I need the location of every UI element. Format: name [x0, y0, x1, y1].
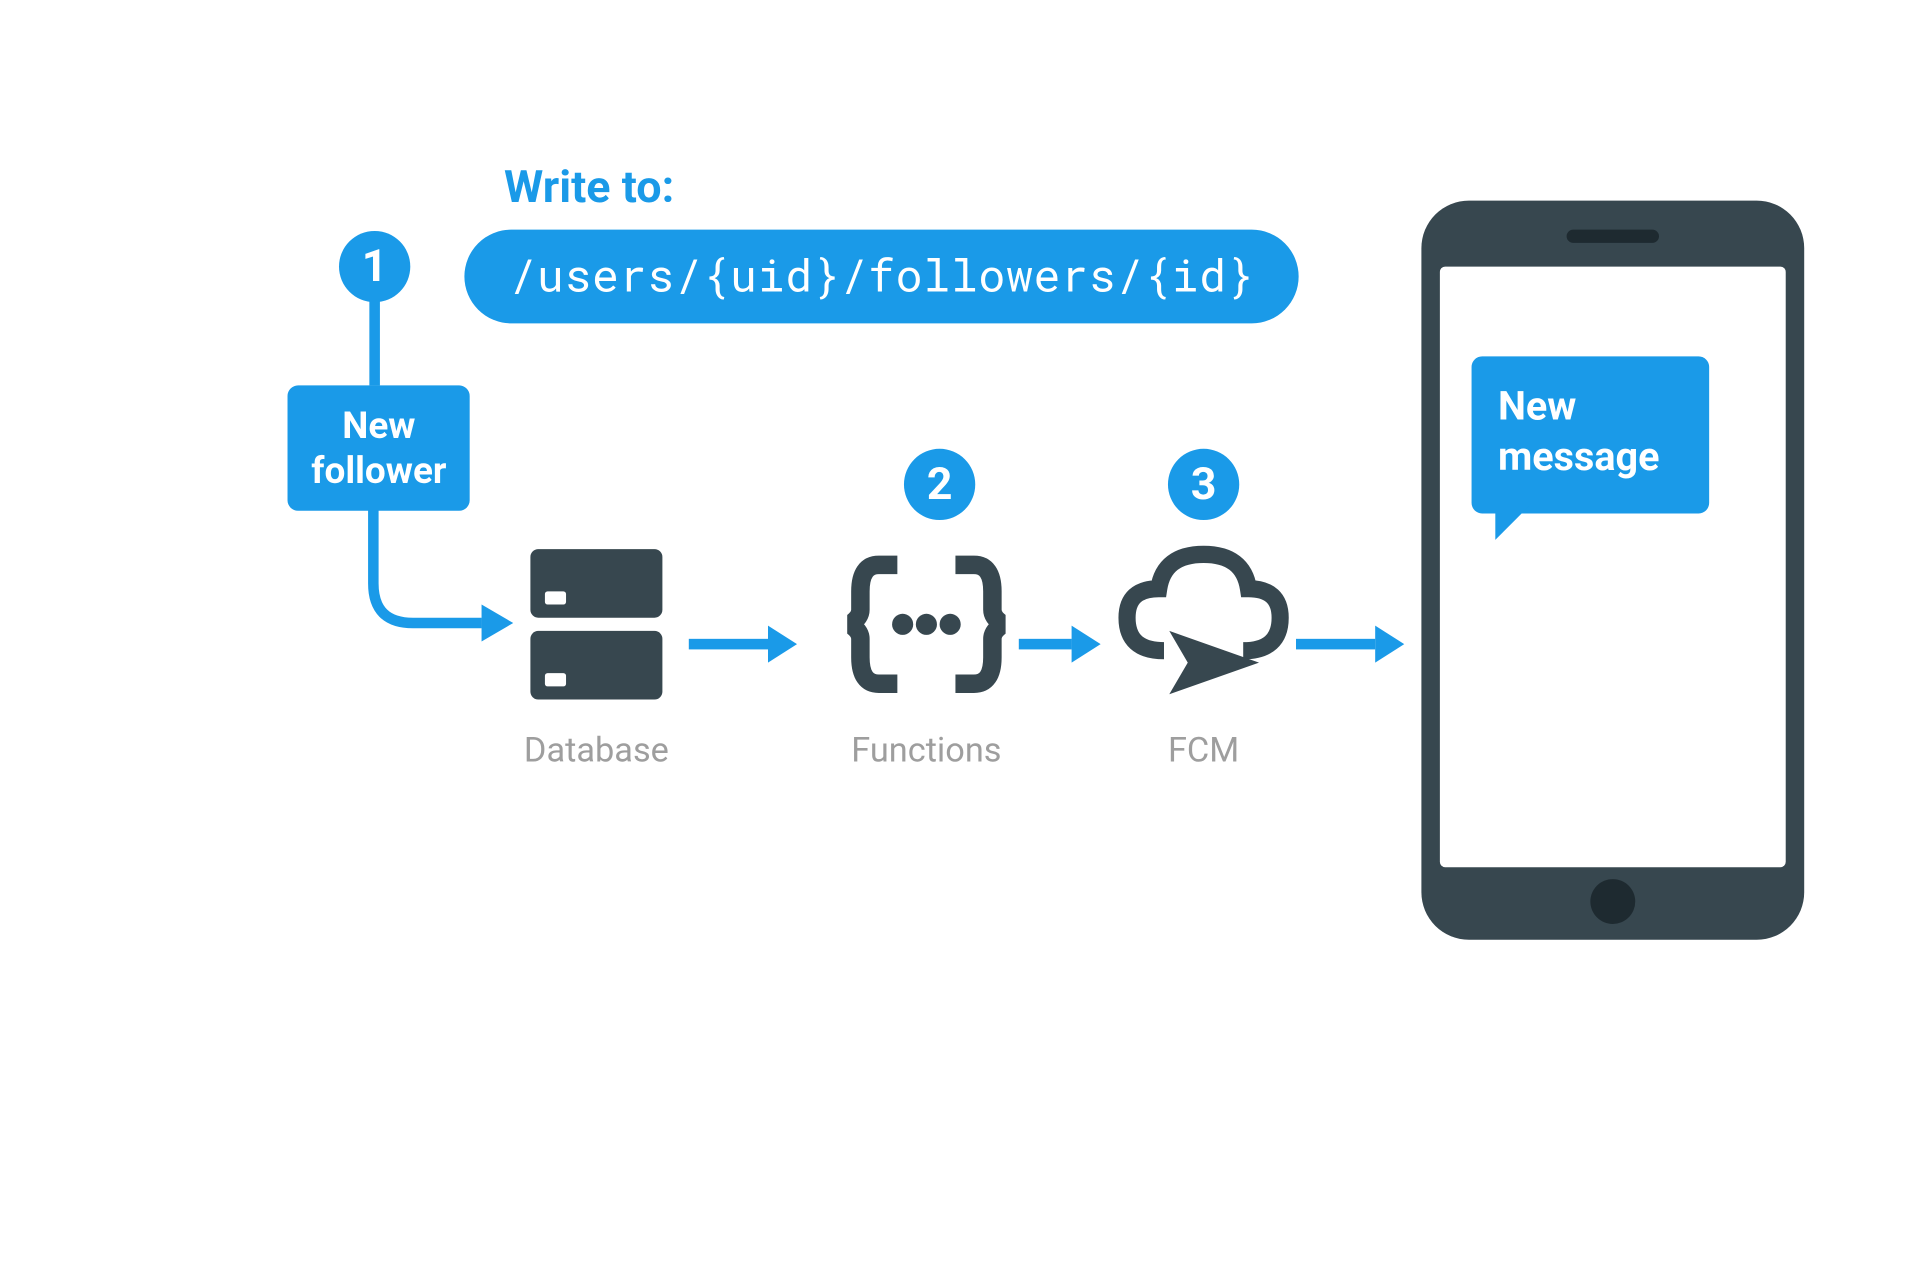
notification-line2: message — [1498, 434, 1660, 480]
fcm-node: FCM — [1111, 539, 1296, 771]
new-follower-line1: New — [342, 404, 415, 448]
notification-line1: New — [1498, 384, 1576, 430]
functions-label: Functions — [847, 731, 1005, 771]
phone-body: New message — [1421, 201, 1804, 940]
database-path-pill: /users/{uid}/followers/{id} — [464, 230, 1299, 324]
diagram-canvas: Write to: /users/{uid}/followers/{id} 1 … — [240, 95, 1920, 1270]
step-badge-1: 1 — [339, 231, 410, 302]
new-follower-line2: follower — [311, 448, 446, 492]
step-badge-2: 2 — [904, 449, 975, 520]
connector-vertical — [369, 301, 380, 385]
fcm-label: FCM — [1111, 731, 1296, 771]
phone-speaker — [1567, 230, 1659, 243]
notification-bubble: New message — [1472, 356, 1710, 513]
arrow-functions-to-fcm — [1019, 626, 1101, 663]
curved-connector — [368, 491, 513, 643]
database-node: Database — [524, 539, 669, 771]
functions-icon — [847, 539, 1005, 711]
phone-device: New message — [1421, 201, 1804, 940]
phone-screen: New message — [1440, 267, 1786, 868]
write-to-label: Write to: — [504, 161, 674, 214]
cloud-send-icon — [1111, 539, 1296, 711]
database-label: Database — [524, 731, 669, 771]
phone-home-button — [1590, 879, 1635, 924]
arrow-db-to-functions — [689, 626, 797, 663]
functions-node: Functions — [847, 539, 1005, 771]
arrow-fcm-to-phone — [1296, 626, 1404, 663]
database-icon — [524, 539, 669, 711]
step-badge-3: 3 — [1168, 449, 1239, 520]
